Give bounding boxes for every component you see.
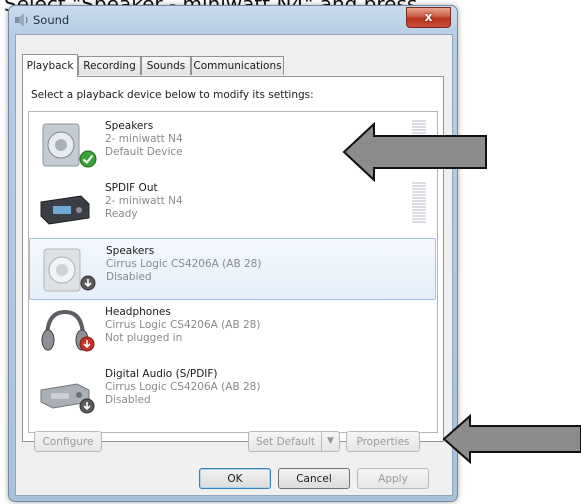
device-driver: Cirrus Logic CS4206A (AB 28) — [105, 381, 261, 393]
disabled-down-arrow-badge — [79, 398, 95, 414]
device-driver: 2- miniwatt N4 — [105, 195, 183, 207]
device-status: Disabled — [105, 394, 151, 406]
tab-recording[interactable]: Recording — [78, 56, 141, 75]
tab-communications[interactable]: Communications — [191, 56, 284, 75]
window-title: Sound — [33, 13, 70, 27]
device-name: Headphones — [105, 306, 171, 318]
tab-sounds[interactable]: Sounds — [141, 56, 191, 75]
cancel-button[interactable]: Cancel — [278, 468, 350, 489]
annotation-arrow-properties — [442, 414, 581, 464]
device-name: Speakers — [105, 120, 154, 132]
red-down-arrow-badge — [79, 336, 95, 352]
properties-button[interactable]: Properties — [346, 431, 420, 452]
device-driver: Cirrus Logic CS4206A (AB 28) — [105, 319, 261, 331]
device-item-speakers-cirrus[interactable]: Speakers Cirrus Logic CS4206A (AB 28) Di… — [29, 238, 436, 300]
device-item-spdif-out[interactable]: SPDIF Out 2- miniwatt N4 Ready — [29, 176, 436, 238]
device-status: Default Device — [105, 146, 183, 158]
green-check-badge — [79, 150, 97, 168]
disabled-down-arrow-badge — [80, 275, 96, 291]
configure-button[interactable]: Configure — [34, 431, 102, 452]
spdif-device-icon — [40, 195, 90, 225]
dialog-client-area: Playback Recording Sounds Communications… — [15, 34, 453, 496]
sound-dialog: Sound x Playback Recording Sounds Commun… — [8, 5, 458, 502]
chevron-down-icon[interactable]: ▼ — [321, 432, 339, 451]
device-status: Ready — [105, 208, 138, 220]
speaker-icon — [15, 13, 28, 27]
device-status: Disabled — [106, 271, 152, 283]
device-item-digital-audio[interactable]: Digital Audio (S/PDIF) Cirrus Logic CS42… — [29, 362, 436, 424]
device-driver: Cirrus Logic CS4206A (AB 28) — [106, 258, 262, 270]
close-button[interactable]: x — [406, 7, 451, 28]
title-bar[interactable]: Sound x — [9, 6, 457, 34]
device-name: Digital Audio (S/PDIF) — [105, 368, 218, 380]
volume-meter — [412, 182, 426, 226]
set-default-button[interactable]: Set Default ▼ — [248, 431, 340, 452]
device-item-headphones[interactable]: Headphones Cirrus Logic CS4206A (AB 28) … — [29, 300, 436, 362]
ok-button[interactable]: OK — [199, 468, 271, 489]
device-status: Not plugged in — [105, 332, 183, 344]
device-driver: 2- miniwatt N4 — [105, 133, 183, 145]
device-name: Speakers — [106, 245, 155, 257]
apply-button[interactable]: Apply — [357, 468, 429, 489]
instruction-label: Select a playback device below to modify… — [31, 89, 314, 101]
set-default-label: Set Default — [256, 436, 315, 448]
tab-playback[interactable]: Playback — [22, 54, 78, 77]
annotation-arrow-speakers — [342, 122, 487, 182]
device-name: SPDIF Out — [105, 182, 158, 194]
